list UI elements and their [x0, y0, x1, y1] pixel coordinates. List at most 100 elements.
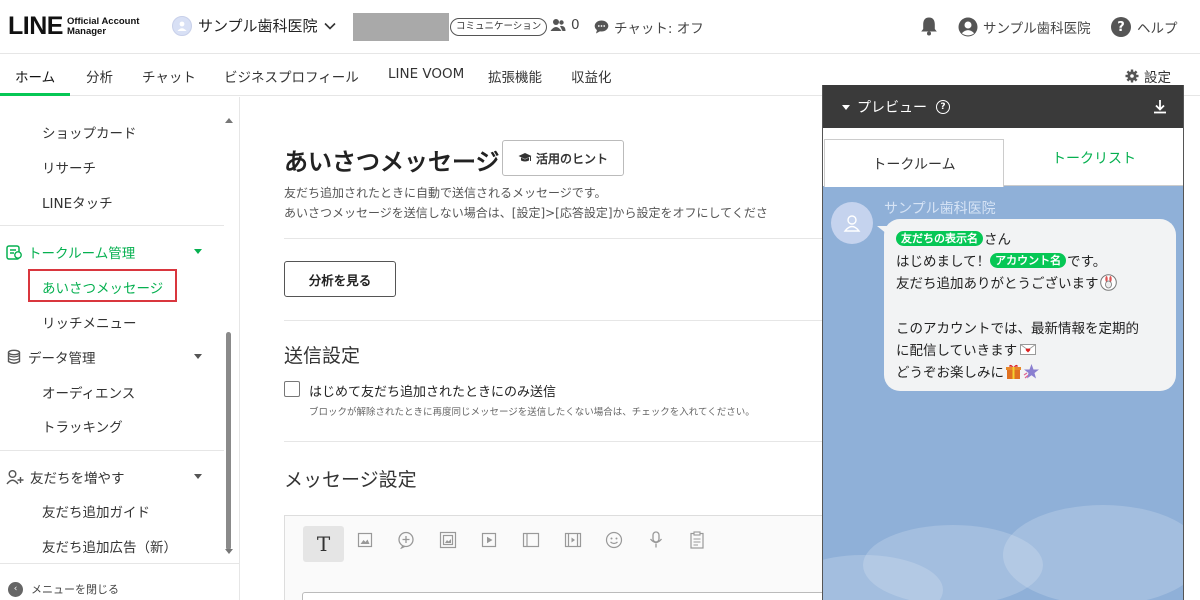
scroll-up-arrow[interactable] [225, 118, 233, 123]
gear-icon [1125, 69, 1139, 83]
caret-down-icon[interactable] [194, 249, 202, 254]
settings-link[interactable]: 設定 [1125, 66, 1171, 86]
film-icon [564, 532, 582, 548]
image-icon [357, 532, 373, 548]
card-message-tool-button[interactable] [435, 527, 461, 553]
survey-tool-button[interactable] [684, 527, 710, 553]
highlight-box [28, 269, 177, 302]
account-avatar [172, 15, 192, 36]
sidebar-section-talkroom[interactable]: トークルーム管理 [6, 242, 135, 262]
voice-tool-button[interactable] [643, 527, 669, 553]
sidebar-item-friend-guide[interactable]: 友だち追加ガイド [42, 501, 150, 521]
background-cloud [1003, 505, 1183, 600]
line-oa-logo[interactable]: LINE Official Account Manager [8, 12, 139, 41]
sidebar-divider [0, 450, 224, 451]
help-icon: ? [1111, 17, 1131, 37]
bell-icon[interactable] [920, 16, 938, 36]
tab-analytics[interactable]: 分析 [86, 66, 113, 86]
help-link[interactable]: ? ヘルプ [1111, 17, 1178, 37]
top-header: LINE Official Account Manager サンプル歯科医院 コ… [0, 0, 1200, 54]
first-add-only-checkbox[interactable] [284, 381, 300, 397]
message-text-area[interactable] [302, 592, 842, 600]
plan-badge: コミュニケーション [450, 18, 548, 36]
sidebar-bottom-divider [0, 563, 240, 564]
sender-name: サンプル歯科医院 [884, 201, 996, 217]
active-tab-indicator [0, 93, 70, 96]
bubble-line-1: 友だちの表示名 さん [896, 228, 1011, 248]
chat-status[interactable]: チャット: オフ [594, 17, 704, 37]
sticker-icon [398, 531, 414, 549]
tab-line-voom[interactable]: LINE VOOM [388, 66, 464, 82]
sidebar-item-audience[interactable]: オーディエンス [42, 382, 135, 402]
logo-text: LINE [8, 12, 63, 40]
close-menu-button[interactable]: ‹ メニューを閉じる [8, 581, 119, 597]
envelope-emoji-icon [1020, 343, 1037, 355]
video-tool-button[interactable] [476, 527, 502, 553]
sidebar-item-tracking[interactable]: トラッキング [42, 416, 123, 436]
logo-subtext: Official Account Manager [66, 15, 140, 37]
download-icon[interactable] [1153, 99, 1167, 114]
message-settings-heading: メッセージ設定 [284, 469, 417, 491]
tab-talklist[interactable]: トークリスト [1004, 140, 1183, 176]
sidebar-item-shop-card[interactable]: ショップカード [42, 122, 137, 142]
bubble-line-3: 友だち追加ありがとうございます [896, 272, 1117, 292]
emoji-tool-button[interactable] [601, 527, 627, 553]
description-line-2: あいさつメッセージを送信しない場合は、[設定]>[応答設定]から設定をオフにして… [284, 206, 768, 220]
richvideo-tool-button[interactable] [560, 527, 586, 553]
checkbox-help-text: ブロックが解除されたときに再度同じメッセージを送信したくない場合は、チェックを入… [309, 407, 755, 418]
section-divider [284, 441, 824, 442]
send-settings-heading: 送信設定 [284, 345, 361, 367]
sidebar-item-research[interactable]: リサーチ [42, 157, 96, 177]
preview-panel: プレビュー ? トークルーム トークリスト サンプル歯科医院 友だちの表示名 さ… [822, 85, 1184, 600]
tab-chat[interactable]: チャット [142, 66, 196, 86]
sidebar-scrollbar[interactable] [226, 332, 231, 550]
bubble-line-4: このアカウントでは、最新情報を定期的 [896, 321, 1139, 337]
help-icon[interactable]: ? [936, 100, 950, 114]
hint-button[interactable]: 活用のヒント [502, 140, 624, 176]
tab-business-profile[interactable]: ビジネスプロフィール [224, 66, 359, 86]
scroll-down-arrow[interactable] [225, 549, 233, 554]
star-emoji-icon [1023, 363, 1039, 378]
tab-home[interactable]: ホーム [15, 66, 55, 86]
bunny-emoji-icon [1099, 273, 1117, 291]
sidebar-section-data[interactable]: データ管理 [6, 347, 96, 367]
sidebar-divider [0, 225, 224, 226]
account-switcher[interactable]: サンプル歯科医院 [172, 15, 336, 36]
account-name-tag: アカウント名 [990, 252, 1067, 268]
sidebar-section-friends[interactable]: 友だちを増やす [6, 467, 125, 487]
section-divider [284, 320, 824, 321]
sidebar-item-line-touch[interactable]: LINEタッチ [42, 192, 113, 212]
preview-toggle[interactable]: プレビュー ? [841, 97, 950, 117]
text-tool-button[interactable]: T [303, 526, 344, 562]
smiley-icon [605, 531, 623, 549]
sidebar-item-friend-ads[interactable]: 友だち追加広告（新） [42, 536, 177, 556]
tab-monetization[interactable]: 収益化 [571, 66, 612, 86]
video-icon [481, 532, 497, 548]
stamp-tool-button[interactable] [393, 527, 419, 553]
view-analysis-button[interactable]: 分析を見る [284, 261, 396, 297]
bubble-line-5: に配信していきます [896, 339, 1038, 359]
talkroom-icon [6, 245, 22, 260]
page-title: あいさつメッセージ [284, 148, 500, 176]
caret-down-icon[interactable] [194, 354, 202, 359]
card-icon [439, 531, 457, 549]
user-avatar-icon [958, 17, 978, 37]
richmessage-tool-button[interactable] [518, 527, 544, 553]
sidebar-item-rich-menu[interactable]: リッチメニュー [42, 312, 137, 332]
caret-down-icon[interactable] [194, 474, 202, 479]
tab-talkroom[interactable]: トークルーム [824, 139, 1004, 187]
tab-extensions[interactable]: 拡張機能 [488, 66, 542, 86]
graduation-cap-icon [518, 153, 532, 162]
microphone-icon [649, 531, 663, 548]
preview-header: プレビュー ? [823, 85, 1183, 128]
image-tool-button[interactable] [352, 527, 378, 553]
user-menu[interactable]: サンプル歯科医院 [958, 17, 1091, 37]
clipboard-icon [690, 531, 704, 549]
redacted-account-id [353, 13, 449, 41]
message-bubble: 友だちの表示名 さん はじめまして！ アカウント名 です。 友だち追加ありがとう… [884, 219, 1176, 391]
add-user-icon [6, 470, 24, 485]
sender-avatar [831, 202, 873, 244]
friends-count[interactable]: 0 [550, 17, 580, 33]
checkbox-label[interactable]: はじめて友だち追加されたときにのみ送信 [309, 381, 556, 400]
bubble-line-6: どうぞお楽しみに [896, 361, 1040, 381]
